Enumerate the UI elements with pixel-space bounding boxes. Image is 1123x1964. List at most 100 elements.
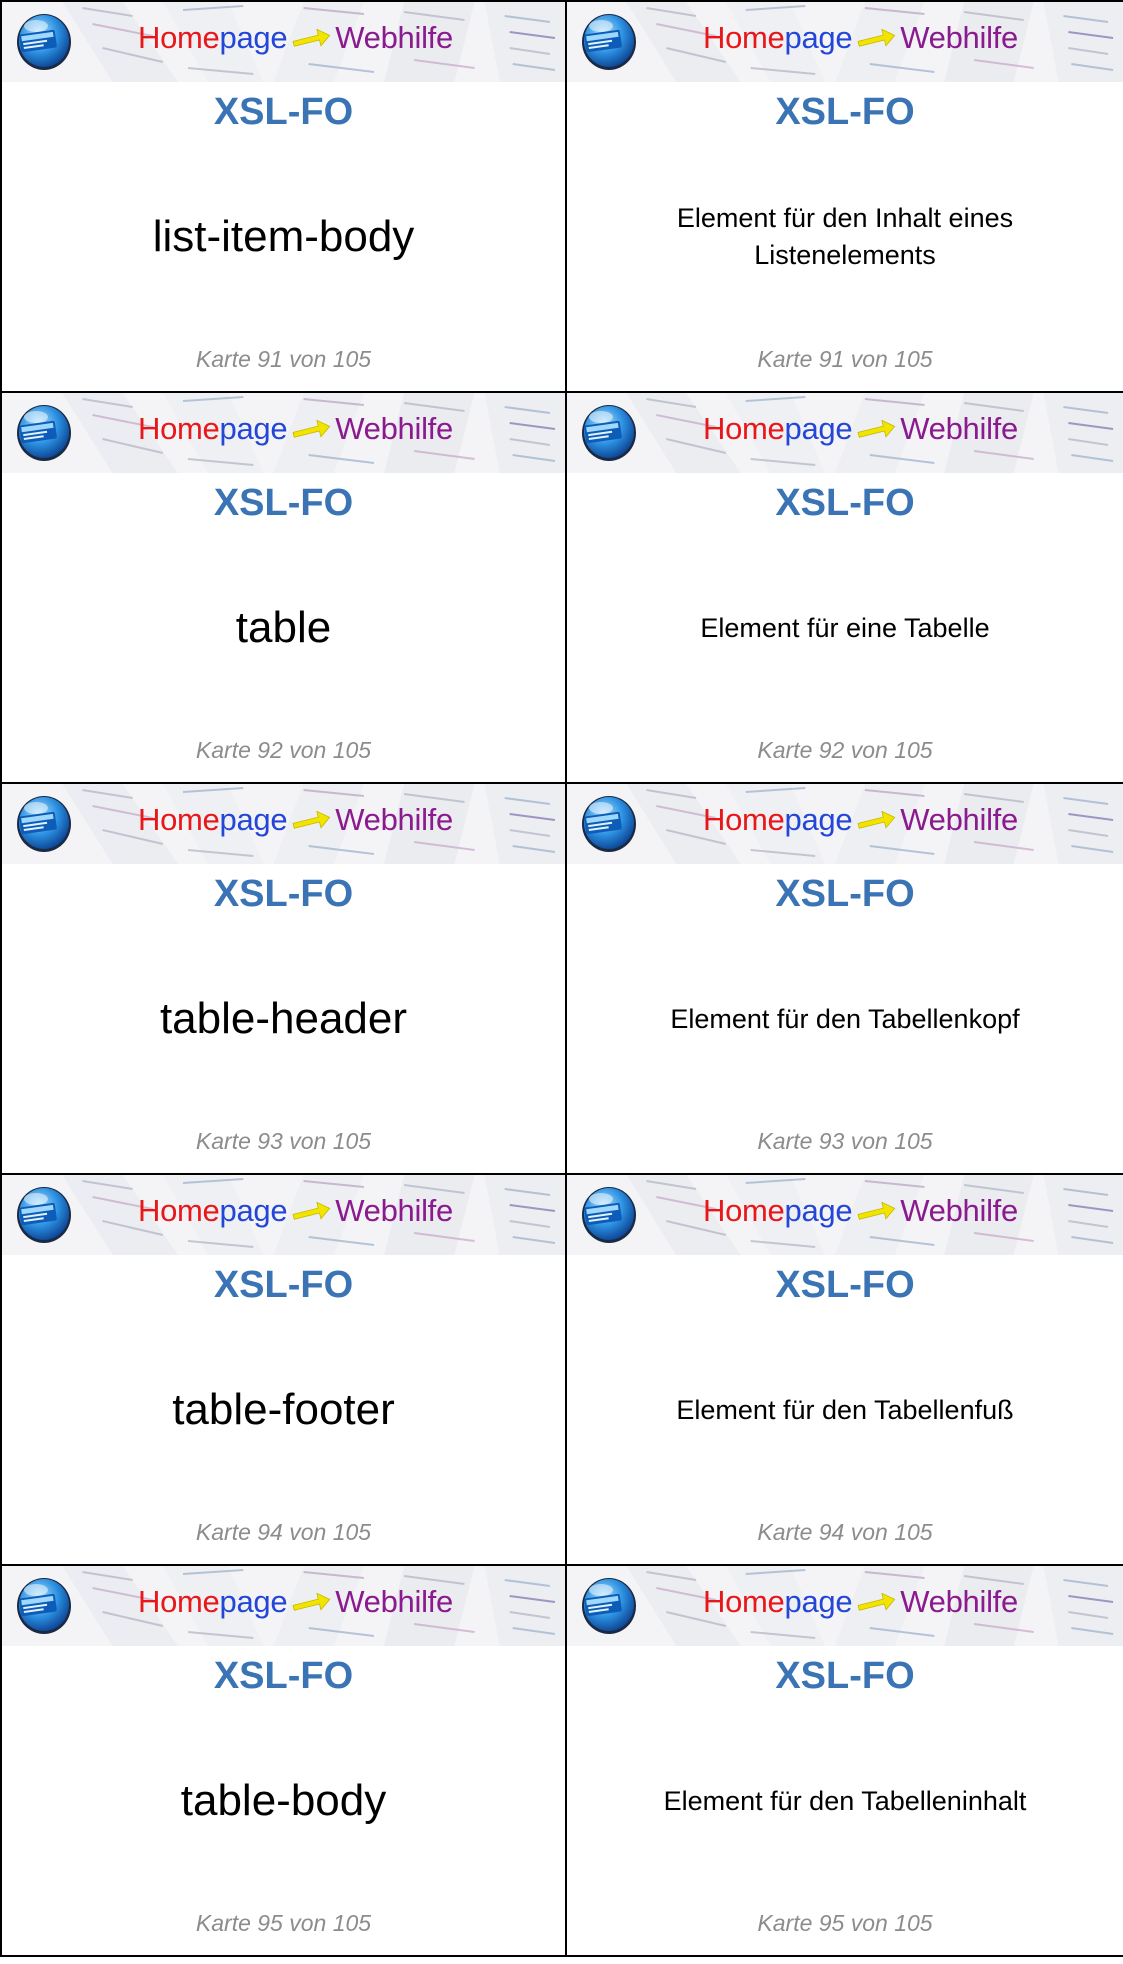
brand-web-text: Web (900, 1584, 963, 1619)
brand-page-text: page (219, 411, 288, 446)
brand-page-text: page (784, 20, 853, 55)
card-footer: Karte 94 von 105 (757, 1519, 933, 1545)
brand-web-text: Web (335, 1584, 398, 1619)
card-definition: Element für den Tabellenkopf (670, 1003, 1020, 1034)
flashcard-grid: Homepage Webhilfe XSL-FO list-item-body … (0, 0, 1123, 1957)
brand-web-text: Web (335, 411, 398, 446)
brand-page-text: page (219, 20, 288, 55)
card-term: list-item-body (152, 212, 415, 261)
card-title: XSL-FO (213, 482, 354, 524)
yellow-arrow-icon (857, 811, 896, 829)
brand-hilfe-text: hilfe (962, 20, 1019, 55)
homepage-webhilfe-banner: Homepage Webhilfe (567, 784, 1123, 864)
brand-page-text: page (784, 1584, 853, 1619)
card-title: XSL-FO (775, 1264, 915, 1306)
brand-page-text: page (784, 1193, 853, 1228)
homepage-webhilfe-wordmark: Homepage Webhilfe (703, 1582, 1018, 1622)
card-footer: Karte 93 von 105 (195, 1128, 372, 1154)
card-definition: Element für den Inhalt eines Listeneleme… (676, 203, 1014, 270)
globe-monitor-logo-icon (582, 1187, 636, 1243)
flashcard-front: Homepage Webhilfe XSL-FO table-header Ka… (2, 784, 567, 1175)
card-definition: Element für eine Tabelle (700, 612, 990, 643)
brand-hilfe-text: hilfe (397, 1584, 454, 1619)
card-footer: Karte 95 von 105 (757, 1910, 933, 1936)
flashcard-back: Homepage Webhilfe XSL-FO Element für ein… (567, 393, 1123, 784)
globe-monitor-logo-icon (17, 405, 71, 461)
brand-hilfe-text: hilfe (397, 1193, 454, 1228)
brand-hilfe-text: hilfe (962, 1193, 1019, 1228)
flashcard-front: Homepage Webhilfe XSL-FO table-footer Ka… (2, 1175, 567, 1566)
homepage-webhilfe-banner: Homepage Webhilfe (567, 1175, 1123, 1255)
homepage-webhilfe-wordmark: Homepage Webhilfe (703, 409, 1018, 449)
homepage-webhilfe-banner: Homepage Webhilfe (567, 2, 1123, 82)
yellow-arrow-icon (292, 420, 331, 438)
brand-hilfe-text: hilfe (397, 802, 454, 837)
brand-web-text: Web (335, 802, 398, 837)
homepage-webhilfe-banner: Homepage Webhilfe (2, 393, 565, 473)
brand-home-text: Home (138, 1584, 220, 1619)
card-title: XSL-FO (213, 1655, 354, 1697)
homepage-webhilfe-wordmark: Homepage Webhilfe (703, 1191, 1018, 1231)
homepage-webhilfe-wordmark: Homepage Webhilfe (138, 409, 453, 449)
yellow-arrow-icon (857, 1593, 896, 1611)
card-footer: Karte 91 von 105 (757, 346, 933, 372)
homepage-webhilfe-banner: Homepage Webhilfe (2, 2, 565, 82)
card-footer: Karte 95 von 105 (195, 1910, 372, 1936)
brand-hilfe-text: hilfe (962, 802, 1019, 837)
homepage-webhilfe-wordmark: Homepage Webhilfe (703, 18, 1018, 58)
brand-hilfe-text: hilfe (962, 1584, 1019, 1619)
flashcard-back: Homepage Webhilfe XSL-FO Element für den… (567, 1175, 1123, 1566)
globe-monitor-logo-icon (17, 1187, 71, 1243)
brand-home-text: Home (703, 411, 785, 446)
yellow-arrow-icon (857, 420, 896, 438)
brand-home-text: Home (138, 802, 220, 837)
brand-page-text: page (219, 1193, 288, 1228)
card-term: table (235, 603, 332, 652)
globe-monitor-logo-icon (582, 14, 636, 70)
globe-monitor-logo-icon (582, 405, 636, 461)
card-definition: Element für den Tabellenfuß (676, 1394, 1014, 1425)
homepage-webhilfe-wordmark: Homepage Webhilfe (138, 1191, 453, 1231)
homepage-webhilfe-banner: Homepage Webhilfe (2, 1566, 565, 1646)
brand-web-text: Web (335, 20, 398, 55)
brand-page-text: page (784, 411, 853, 446)
homepage-webhilfe-banner: Homepage Webhilfe (567, 1566, 1123, 1646)
brand-home-text: Home (138, 411, 220, 446)
card-footer: Karte 92 von 105 (757, 737, 933, 763)
yellow-arrow-icon (857, 1202, 896, 1220)
globe-monitor-logo-icon (582, 1578, 636, 1634)
brand-home-text: Home (138, 1193, 220, 1228)
flashcard-back: Homepage Webhilfe XSL-FO Element für den… (567, 1566, 1123, 1957)
card-title: XSL-FO (775, 91, 915, 133)
card-term: table-footer (172, 1385, 395, 1434)
yellow-arrow-icon (292, 29, 331, 47)
brand-home-text: Home (138, 20, 220, 55)
yellow-arrow-icon (292, 1593, 331, 1611)
homepage-webhilfe-banner: Homepage Webhilfe (567, 393, 1123, 473)
brand-web-text: Web (900, 411, 963, 446)
card-title: XSL-FO (775, 873, 915, 915)
homepage-webhilfe-wordmark: Homepage Webhilfe (703, 800, 1018, 840)
globe-monitor-logo-icon (17, 1578, 71, 1634)
card-term: table-body (180, 1776, 387, 1825)
brand-hilfe-text: hilfe (397, 411, 454, 446)
yellow-arrow-icon (292, 1202, 331, 1220)
yellow-arrow-icon (857, 29, 896, 47)
globe-monitor-logo-icon (17, 796, 71, 852)
brand-web-text: Web (900, 802, 963, 837)
yellow-arrow-icon (292, 811, 331, 829)
card-title: XSL-FO (775, 1655, 915, 1697)
brand-web-text: Web (335, 1193, 398, 1228)
card-term: table-header (159, 994, 408, 1043)
card-title: XSL-FO (775, 482, 915, 524)
brand-home-text: Home (703, 1584, 785, 1619)
card-title: XSL-FO (213, 1264, 354, 1306)
flashcard-sheet: Homepage Webhilfe XSL-FO list-item-body … (0, 0, 1123, 1964)
flashcard-back: Homepage Webhilfe XSL-FO Element für den… (567, 2, 1123, 393)
brand-page-text: page (784, 802, 853, 837)
homepage-webhilfe-wordmark: Homepage Webhilfe (138, 1582, 453, 1622)
card-definition: Element für den Tabelleninhalt (663, 1785, 1027, 1816)
homepage-webhilfe-banner: Homepage Webhilfe (2, 784, 565, 864)
card-title: XSL-FO (213, 873, 354, 915)
brand-web-text: Web (900, 20, 963, 55)
